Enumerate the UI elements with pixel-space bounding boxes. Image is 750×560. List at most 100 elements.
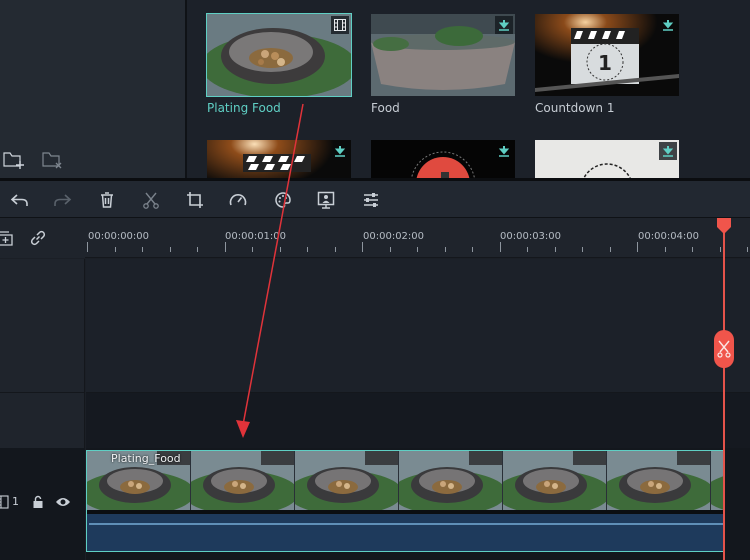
- delete-folder-icon[interactable]: [42, 150, 64, 170]
- ruler-minor-tick: [472, 247, 473, 252]
- playhead-line[interactable]: [723, 225, 725, 560]
- clip-name: Plating_Food: [111, 452, 181, 465]
- ruler-minor-tick: [279, 247, 281, 252]
- clip-audio-waveform: [87, 514, 723, 551]
- timecode-label: 00:00:04:00: [638, 231, 700, 242]
- eye-icon: [56, 498, 70, 506]
- speed-icon: [229, 194, 247, 206]
- trash-icon: [101, 192, 113, 208]
- track-type-icon: [0, 495, 9, 509]
- redo-icon: [54, 194, 72, 206]
- ruler-minor-tick: [582, 247, 583, 252]
- ruler-minor-tick: [527, 247, 528, 252]
- track-area-empty[interactable]: [86, 259, 750, 392]
- timecode-label: 00:00:03:00: [500, 231, 562, 242]
- video-clip-plating-food[interactable]: Plating_Food: [86, 450, 724, 552]
- ruler-minor-tick: [389, 247, 391, 252]
- video-editor-window: Plating Food Food 1 Countdown 1 00:00:00…: [0, 0, 750, 560]
- thumbnail-clapper-1: 1: [535, 14, 679, 96]
- thumbnail-bowl-closeup: [207, 14, 351, 96]
- ruler-minor-tick: [444, 247, 446, 252]
- media-library: Plating Food Food 1 Countdown 1: [187, 0, 750, 178]
- clip-thumbnails: [87, 451, 723, 510]
- delete-button[interactable]: [96, 189, 118, 211]
- download-icon[interactable]: [659, 142, 677, 160]
- new-folder-icon[interactable]: [3, 150, 25, 170]
- media-item-clapper[interactable]: [207, 140, 351, 178]
- clip-frame: [503, 451, 607, 510]
- speed-button[interactable]: [227, 189, 249, 211]
- ruler-header: [0, 218, 85, 258]
- unlock-icon: [33, 495, 43, 508]
- film-icon: [331, 16, 349, 34]
- track-header-gap: [0, 392, 85, 448]
- timeline-toolbar: [0, 181, 750, 218]
- green-screen-icon: [317, 191, 335, 209]
- library-folders-panel: [0, 0, 185, 178]
- green-screen-button[interactable]: [315, 189, 337, 211]
- track-area-gap[interactable]: [86, 392, 750, 448]
- ruler-minor-tick: [334, 247, 336, 252]
- redo-button[interactable]: [51, 189, 73, 211]
- adjust-icon: [364, 193, 378, 207]
- undo-button[interactable]: [9, 189, 31, 211]
- download-icon[interactable]: [495, 142, 513, 160]
- ruler-minor-tick: [169, 247, 171, 252]
- split-at-playhead-button[interactable]: [714, 330, 734, 368]
- ruler-major-tick: [224, 242, 226, 252]
- timecode-label: 00:00:00:00: [88, 231, 150, 242]
- media-item-white-countdown[interactable]: 3: [535, 140, 679, 178]
- download-icon[interactable]: [659, 16, 677, 34]
- media-item-countdown-1[interactable]: 1: [535, 14, 679, 96]
- media-item-label: Plating Food: [207, 101, 281, 115]
- ruler-minor-tick: [252, 247, 253, 252]
- thumbnail-white-countdown-3: 3: [535, 140, 679, 178]
- timecode-label: 00:00:02:00: [363, 231, 425, 242]
- color-icon: [275, 192, 291, 208]
- visibility-button[interactable]: [55, 495, 71, 509]
- ruler-minor-tick: [142, 247, 143, 252]
- split-button[interactable]: [140, 189, 162, 211]
- adjust-button[interactable]: [360, 189, 382, 211]
- download-icon[interactable]: [331, 142, 349, 160]
- color-button[interactable]: [272, 189, 294, 211]
- ruler-minor-tick: [114, 247, 116, 252]
- svg-text:1: 1: [598, 51, 612, 75]
- crop-button[interactable]: [184, 189, 206, 211]
- ruler-minor-tick: [554, 247, 556, 252]
- timecode-label: 00:00:01:00: [225, 231, 287, 242]
- track-header-empty: [0, 259, 85, 392]
- clip-frame: [607, 451, 711, 510]
- audio-level-line: [89, 523, 723, 525]
- ruler-minor-tick: [609, 247, 611, 252]
- clip-frame: [399, 451, 503, 510]
- thumbnail-clapper: [207, 140, 351, 178]
- playhead-handle[interactable]: [716, 218, 732, 234]
- ruler-minor-tick: [307, 247, 308, 252]
- ruler-minor-tick: [692, 247, 693, 252]
- add-track-icon: [0, 231, 13, 246]
- media-item-red-countdown[interactable]: [371, 140, 515, 178]
- link-button[interactable]: [27, 227, 49, 249]
- thumbnail-bowl-side: [371, 14, 515, 96]
- undo-icon: [10, 194, 28, 206]
- ruler-minor-tick: [664, 247, 666, 252]
- ruler-minor-tick: [719, 247, 721, 252]
- add-track-button[interactable]: [0, 227, 18, 249]
- clip-frame: [191, 451, 295, 510]
- ruler-minor-tick: [747, 247, 748, 252]
- ruler-minor-tick: [417, 247, 418, 252]
- ruler-minor-tick: [197, 247, 198, 252]
- track-number: 1: [12, 495, 19, 508]
- scissors-icon: [143, 192, 159, 209]
- media-item-plating-food[interactable]: [206, 13, 352, 97]
- lock-button[interactable]: [32, 495, 44, 509]
- ruler-major-tick: [637, 242, 638, 252]
- link-icon: [30, 230, 46, 246]
- download-icon[interactable]: [495, 16, 513, 34]
- clip-frame: [295, 451, 399, 510]
- media-item-label: Food: [371, 101, 400, 115]
- crop-icon: [187, 192, 203, 208]
- media-item-food[interactable]: [371, 14, 515, 96]
- timeline-ruler[interactable]: 00:00:00:00 00:00:01:00 00:00:02:00 00:0…: [85, 218, 750, 258]
